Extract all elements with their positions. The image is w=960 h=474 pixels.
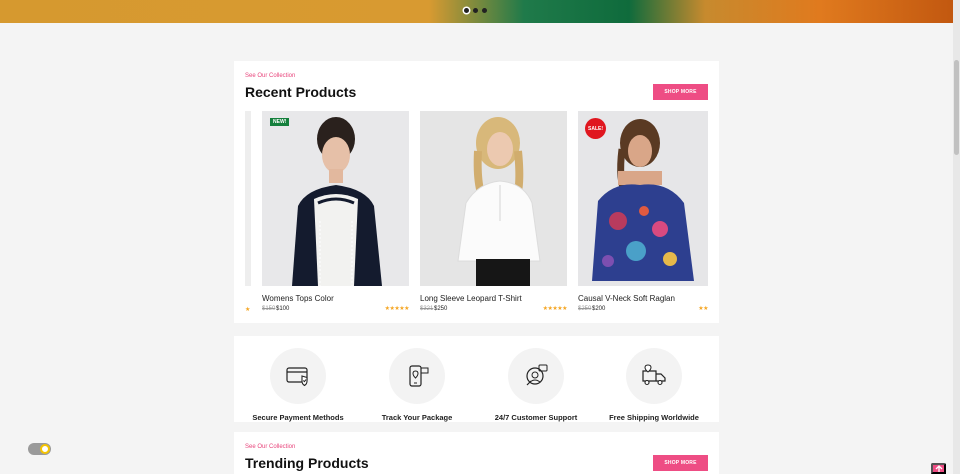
slider-dot-1[interactable] xyxy=(464,8,469,13)
product-rating-stars: ★★★★★ xyxy=(384,306,410,312)
product-rating-partial: ★ xyxy=(245,307,251,313)
product-card[interactable]: Long Sleeve Leopard T-Shirt $321 $250 ★★… xyxy=(420,111,568,312)
customer-support-icon xyxy=(526,364,548,386)
hero-slider xyxy=(0,0,953,23)
section-eyebrow: See Our Collection xyxy=(245,73,296,79)
feature-label: Track Your Package xyxy=(381,413,453,422)
slider-dots xyxy=(464,8,487,13)
product-card[interactable]: NEW! Womens Tops Color $150 $100 ★★★★★ xyxy=(262,111,410,312)
section-title: Trending Products xyxy=(245,455,369,471)
product-name[interactable]: Long Sleeve Leopard T-Shirt xyxy=(420,294,522,303)
product-image[interactable] xyxy=(420,111,567,286)
feature-customer-support: 24/7 Customer Support xyxy=(481,348,591,422)
feature-label: Free Shipping Worldwide xyxy=(609,413,699,422)
product-image-partial[interactable] xyxy=(245,111,251,286)
credit-card-shield-icon xyxy=(286,367,308,387)
feature-icon-circle xyxy=(270,348,326,404)
feature-track-package: Track Your Package xyxy=(362,348,472,422)
trending-products-section: See Our Collection Trending Products SHO… xyxy=(234,432,719,474)
product-image[interactable]: SALE! xyxy=(578,111,708,286)
product-old-price: $150 xyxy=(262,306,276,312)
feature-icon-circle xyxy=(508,348,564,404)
product-photo-long-sleeve xyxy=(420,111,567,286)
recent-products-section: See Our Collection Recent Products SHOP … xyxy=(234,61,719,323)
arrow-up-icon xyxy=(935,464,942,472)
phone-tracking-icon xyxy=(409,365,429,387)
product-card[interactable]: SALE! Causal V-Neck Soft Raglan $250 $20… xyxy=(578,111,708,312)
slider-dot-2[interactable] xyxy=(473,8,478,13)
theme-toggle[interactable] xyxy=(28,443,51,455)
toggle-knob xyxy=(40,444,50,454)
delivery-truck-icon xyxy=(642,364,666,386)
new-badge: NEW! xyxy=(270,118,290,126)
product-name[interactable]: Causal V-Neck Soft Raglan xyxy=(578,294,675,303)
product-name[interactable]: Womens Tops Color xyxy=(262,294,334,303)
product-price: $200 xyxy=(592,306,606,312)
slider-dot-3[interactable] xyxy=(482,8,487,13)
shop-more-button[interactable]: SHOP MORE xyxy=(653,84,708,100)
product-price: $250 xyxy=(434,306,448,312)
page-scrollbar[interactable] xyxy=(953,0,960,474)
product-old-price: $321 xyxy=(420,306,434,312)
scrollbar-thumb[interactable] xyxy=(954,60,959,155)
product-rating-stars: ★★ xyxy=(698,306,708,312)
product-price: $100 xyxy=(276,306,290,312)
shop-more-button[interactable]: SHOP MORE xyxy=(653,455,708,471)
feature-label: 24/7 Customer Support xyxy=(494,413,578,422)
product-photo-womens-top xyxy=(262,111,409,286)
feature-icon-circle xyxy=(389,348,445,404)
features-section: Secure Payment Methods Track Your Packag… xyxy=(234,336,719,422)
sale-badge: SALE! xyxy=(585,118,606,139)
feature-secure-payment: Secure Payment Methods xyxy=(243,348,353,422)
product-old-price: $250 xyxy=(578,306,592,312)
feature-label: Secure Payment Methods xyxy=(252,413,344,422)
product-rating-stars: ★★★★★ xyxy=(542,306,568,312)
back-to-top-button[interactable] xyxy=(931,463,946,474)
section-title: Recent Products xyxy=(245,84,357,100)
feature-icon-circle xyxy=(626,348,682,404)
feature-free-shipping: Free Shipping Worldwide xyxy=(599,348,709,422)
product-image[interactable]: NEW! xyxy=(262,111,409,286)
section-eyebrow: See Our Collection xyxy=(245,444,296,450)
